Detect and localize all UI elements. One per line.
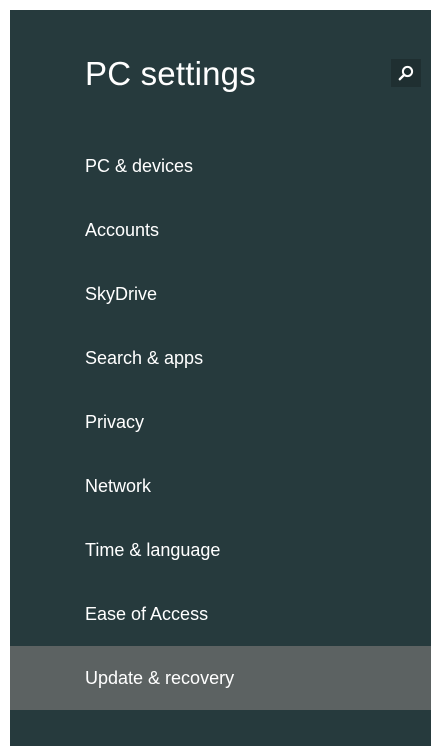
nav-item-time-language[interactable]: Time & language [10,518,431,582]
nav-item-ease-of-access[interactable]: Ease of Access [10,582,431,646]
nav-item-network[interactable]: Network [10,454,431,518]
page-title: PC settings [85,55,256,92]
nav-item-update-recovery[interactable]: Update & recovery [10,646,431,710]
search-icon [398,65,414,81]
nav-item-search-apps[interactable]: Search & apps [10,326,431,390]
settings-panel: PC settings PC & devices Accounts SkyDri… [10,10,431,746]
settings-nav: PC & devices Accounts SkyDrive Search & … [10,134,431,710]
nav-item-skydrive[interactable]: SkyDrive [10,262,431,326]
search-button[interactable] [391,59,421,87]
nav-item-privacy[interactable]: Privacy [10,390,431,454]
nav-item-accounts[interactable]: Accounts [10,198,431,262]
nav-item-pc-devices[interactable]: PC & devices [10,134,431,198]
